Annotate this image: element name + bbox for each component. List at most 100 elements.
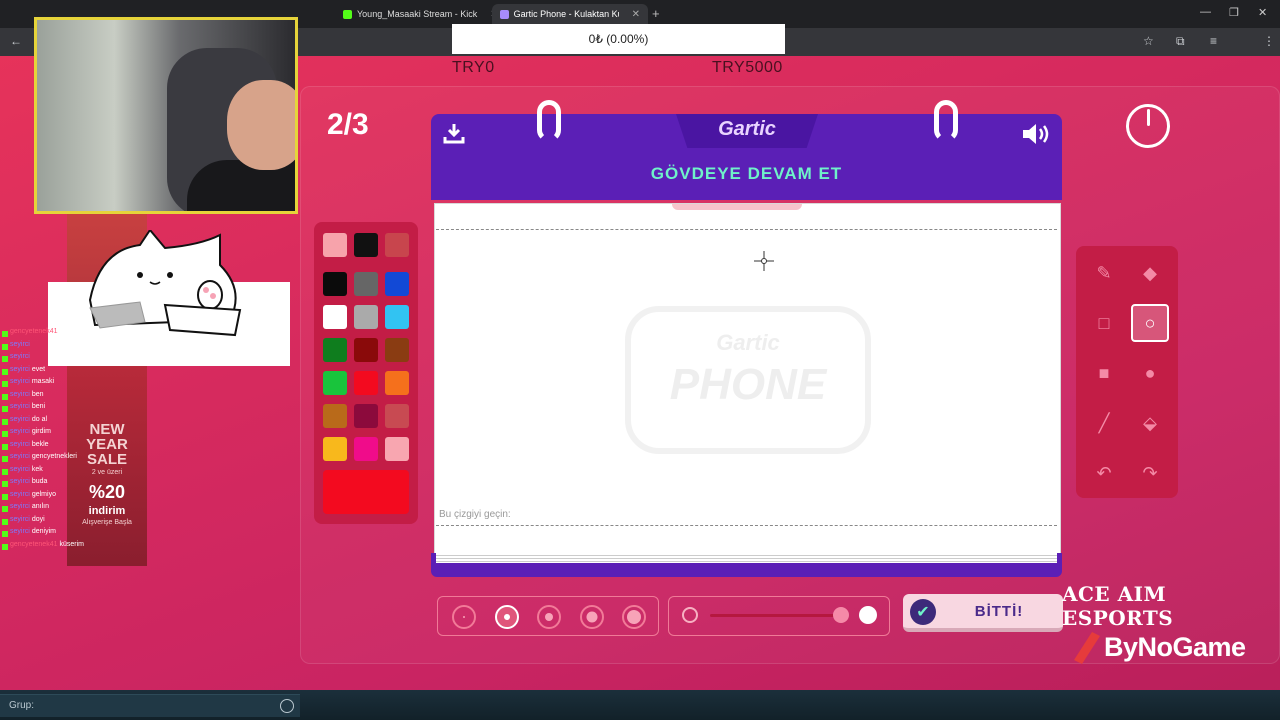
close-window-icon[interactable]: ✕ — [1258, 6, 1267, 19]
opacity-min-icon — [682, 607, 698, 623]
color-swatch[interactable] — [323, 305, 347, 329]
color-swatch[interactable] — [354, 233, 378, 257]
chat-username[interactable]: seyirci — [10, 341, 30, 354]
color-swatch[interactable] — [354, 371, 378, 395]
tab-gartic-phone[interactable]: Gartic Phone - Kulaktan Kulağa ✕ — [492, 4, 648, 24]
chat-username[interactable]: seyirci — [10, 528, 30, 541]
chat-username[interactable]: seyirci — [10, 503, 30, 516]
chat-message: seyirci anılın — [2, 503, 102, 516]
ellipse-fill-icon[interactable]: ● — [1131, 354, 1169, 392]
brush-size-1[interactable] — [452, 605, 476, 629]
extensions-icon[interactable]: ⧉ — [1176, 34, 1185, 49]
brush-size-2[interactable] — [495, 605, 519, 629]
chat-message: seyirci girdim — [2, 428, 102, 441]
color-swatch[interactable] — [323, 371, 347, 395]
color-swatch[interactable] — [354, 338, 378, 362]
chat-username[interactable]: seyirci — [10, 353, 30, 366]
plus-icon[interactable]: + — [652, 6, 660, 21]
color-swatch[interactable] — [354, 404, 378, 428]
top-guide-line — [436, 229, 1057, 230]
bucket-icon[interactable]: ⬙ — [1131, 404, 1169, 442]
opacity-slider[interactable] — [710, 614, 848, 617]
chat-username[interactable]: seyirci — [10, 466, 30, 479]
binder-ring-left — [537, 100, 561, 142]
rect-outline-icon[interactable]: □ — [1085, 304, 1123, 342]
chat-username[interactable]: seyirci — [10, 403, 30, 416]
tab-label: Young_Masaaki Stream - Kick — [357, 9, 478, 19]
bookmark-star-icon[interactable]: ☆ — [1143, 34, 1154, 48]
goal-min-label: TRY0 — [452, 59, 495, 76]
kick-badge-icon — [2, 543, 8, 550]
ellipse-outline-icon[interactable]: ○ — [1131, 304, 1169, 342]
pencil-icon[interactable]: ✎ — [1085, 254, 1123, 292]
eraser-icon[interactable]: ◆ — [1131, 254, 1169, 292]
binder-ring-right — [934, 100, 958, 142]
color-swatch[interactable] — [323, 272, 347, 296]
chat-text: anılın — [31, 503, 49, 510]
chat-message: seyirci ben — [2, 391, 102, 404]
selected-color-preview[interactable] — [323, 470, 409, 514]
instruction-text: GÖVDEYE DEVAM ET — [650, 164, 843, 183]
previous-drawing-hint — [672, 204, 802, 210]
group-chat-input[interactable] — [0, 694, 300, 717]
chat-username[interactable]: seyirci — [10, 378, 30, 391]
chat-username[interactable]: seyirci — [10, 428, 30, 441]
guide-hint: Bu çizgiyi geçin: — [439, 509, 511, 520]
color-swatch[interactable] — [385, 437, 409, 461]
chat-username[interactable]: seyirci — [10, 516, 30, 529]
chat-username[interactable]: gencyetenek41 — [10, 541, 57, 554]
tab-kick-stream[interactable]: Young_Masaaki Stream - Kick ✕ — [335, 4, 507, 24]
watermark-phone: PHONE — [669, 360, 827, 409]
chat-username[interactable]: seyirci — [10, 453, 30, 466]
chat-username[interactable]: seyirci — [10, 491, 30, 504]
color-swatch[interactable] — [385, 404, 409, 428]
color-swatch[interactable] — [385, 272, 409, 296]
chat-username[interactable]: seyirci — [10, 441, 30, 454]
chat-message: seyirci evet — [2, 366, 102, 379]
chat-message: seyirci doyi — [2, 516, 102, 529]
color-swatch[interactable] — [323, 233, 347, 257]
kick-badge-icon — [2, 368, 8, 375]
chat-text: doyi — [31, 515, 45, 523]
round-counter: 2/3 — [327, 108, 369, 141]
back-icon[interactable]: ← — [10, 34, 22, 48]
color-swatch[interactable] — [354, 305, 378, 329]
color-swatch[interactable] — [385, 305, 409, 329]
color-swatch[interactable] — [354, 272, 378, 296]
color-swatch[interactable] — [354, 437, 378, 461]
kick-badge-icon — [2, 531, 8, 537]
color-swatch[interactable] — [385, 233, 409, 257]
media-control-icon[interactable]: ≡ — [1210, 34, 1217, 48]
chat-username[interactable]: seyirci — [10, 366, 30, 379]
undo-icon[interactable]: ↶ — [1085, 454, 1123, 492]
paper-edge — [436, 553, 1057, 563]
rect-fill-icon[interactable]: ■ — [1085, 354, 1123, 392]
download-icon[interactable] — [443, 122, 465, 148]
color-swatch[interactable] — [323, 404, 347, 428]
chat-username[interactable]: gencyetenek41 — [10, 328, 57, 341]
close-tab-icon[interactable]: ✕ — [632, 9, 640, 20]
brush-size-3[interactable] — [537, 605, 561, 629]
maximize-icon[interactable]: ❐ — [1229, 6, 1239, 19]
chat-username[interactable]: seyirci — [10, 416, 30, 429]
chat-text: girdim — [31, 428, 51, 435]
redo-icon[interactable]: ↷ — [1131, 454, 1169, 492]
speaker-icon[interactable] — [1021, 122, 1051, 150]
minimize-icon[interactable]: — — [1200, 6, 1211, 18]
chat-username[interactable]: seyirci — [10, 478, 30, 491]
menu-kebab-icon[interactable]: ⋮ — [1263, 34, 1275, 48]
color-swatch[interactable] — [323, 437, 347, 461]
chat-username[interactable]: seyirci — [10, 391, 30, 404]
color-swatch[interactable] — [385, 371, 409, 395]
line-icon[interactable]: ╱ — [1085, 404, 1123, 442]
kick-badge-icon — [2, 331, 8, 337]
tab-label: Gartic Phone - Kulaktan Kulağa — [513, 9, 619, 19]
brush-size-5[interactable] — [622, 605, 646, 629]
settings-icon[interactable] — [280, 699, 294, 713]
kick-badge-icon — [2, 343, 8, 350]
opacity-slider-handle[interactable] — [833, 607, 849, 623]
brush-size-4[interactable] — [580, 605, 604, 629]
color-swatch[interactable] — [323, 338, 347, 362]
stream-chat: gencyetenek41 hadi seyirci seyirci seyirci ev… — [2, 328, 102, 553]
color-swatch[interactable] — [385, 338, 409, 362]
